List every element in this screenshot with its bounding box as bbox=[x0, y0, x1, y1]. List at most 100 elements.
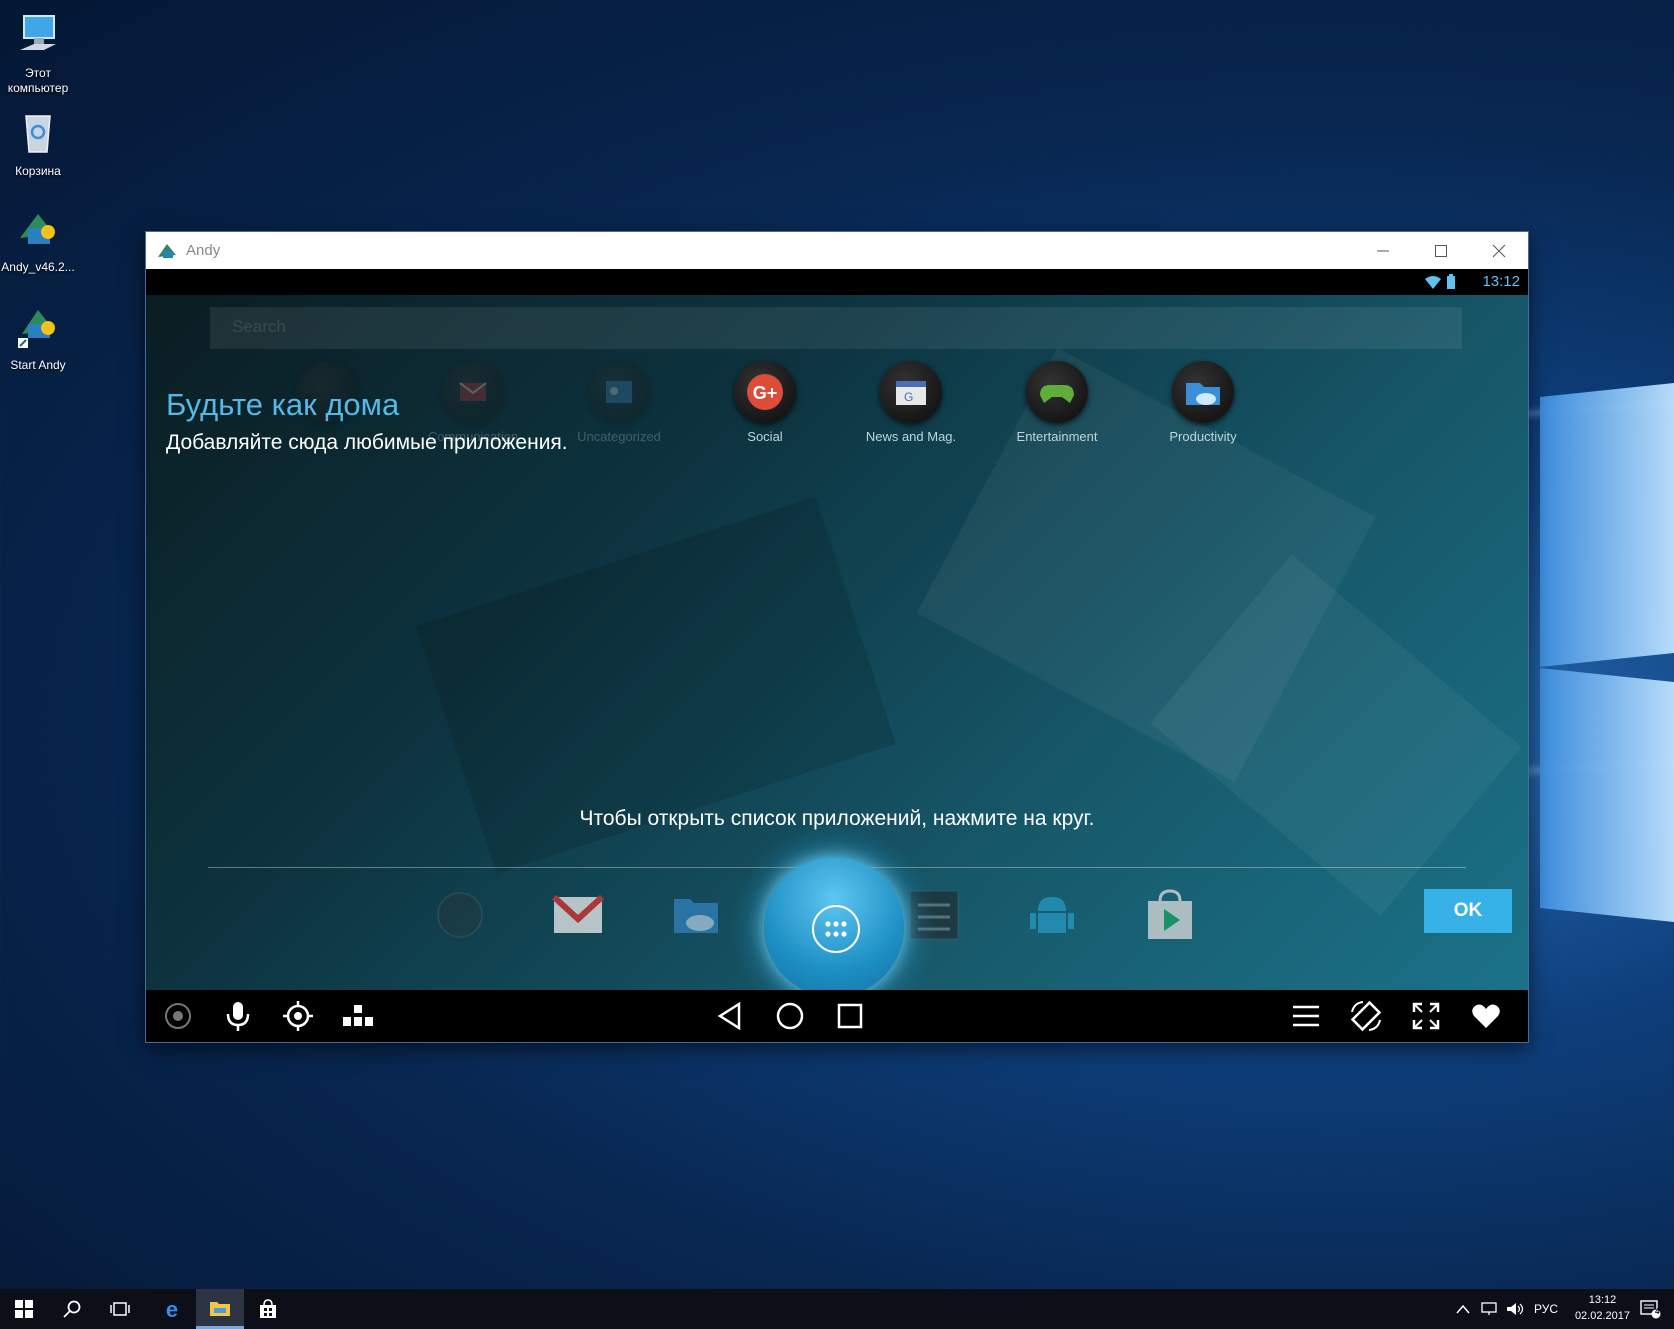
minimize-icon bbox=[1377, 250, 1389, 251]
windows-start-icon bbox=[15, 1300, 33, 1318]
folder-label: News and Mag. bbox=[865, 429, 957, 444]
chevron-up-icon[interactable] bbox=[1456, 1304, 1470, 1314]
maximize-button[interactable] bbox=[1412, 232, 1470, 269]
window-title: Andy bbox=[186, 242, 221, 259]
edge-browser-icon: e bbox=[166, 1298, 178, 1320]
android-status-bar: 13:12 bbox=[146, 269, 1528, 295]
favorite-button[interactable] bbox=[1468, 998, 1504, 1034]
svg-text:G: G bbox=[904, 390, 913, 404]
desktop-icon-this-pc[interactable]: Этот компьютер bbox=[0, 10, 76, 96]
uncategorized-folder-icon bbox=[588, 361, 650, 423]
es-explorer-icon[interactable] bbox=[668, 887, 724, 943]
network-icon[interactable] bbox=[1480, 1302, 1498, 1316]
andy-window: Andy 13:12 Search Communication Uncatego… bbox=[146, 232, 1528, 1042]
search-placeholder: Search bbox=[232, 317, 286, 336]
folder-uncategorized[interactable]: Uncategorized bbox=[564, 361, 674, 444]
maximize-icon bbox=[1435, 244, 1447, 257]
status-time: 13:12 bbox=[1482, 273, 1520, 290]
notification-count: 4 bbox=[1655, 1307, 1660, 1316]
search-input[interactable]: Search bbox=[210, 307, 1462, 349]
andy-shortcut-icon bbox=[18, 310, 55, 348]
gmail-icon[interactable] bbox=[550, 887, 606, 943]
keyboard-keys-icon bbox=[343, 1005, 373, 1026]
close-button[interactable] bbox=[1470, 232, 1528, 269]
camera-button[interactable] bbox=[160, 998, 196, 1034]
es-file-icon bbox=[1172, 361, 1234, 423]
recycle-bin-icon bbox=[25, 115, 51, 153]
desktop-icon-label: Andy_v46.2... bbox=[1, 260, 75, 274]
andy-app-icon bbox=[158, 243, 176, 258]
microphone-button[interactable] bbox=[220, 998, 256, 1034]
microphone-icon bbox=[226, 1002, 250, 1031]
ok-button[interactable]: OK bbox=[1424, 889, 1512, 933]
back-button[interactable] bbox=[712, 998, 748, 1034]
search-button[interactable] bbox=[48, 1289, 96, 1329]
mail-folder-icon bbox=[442, 361, 504, 423]
start-button[interactable] bbox=[0, 1289, 48, 1329]
close-icon bbox=[1492, 244, 1506, 257]
svg-text:e: e bbox=[166, 1298, 178, 1320]
desktop-icon-label: Start Andy bbox=[10, 358, 66, 372]
folder-label: Entertainment bbox=[1016, 429, 1098, 444]
play-store-icon[interactable] bbox=[1142, 887, 1198, 943]
hint-subtitle: Добавляйте сюда любимые приложения. bbox=[166, 431, 568, 454]
volume-icon[interactable] bbox=[1506, 1302, 1524, 1316]
android-icon[interactable] bbox=[1024, 887, 1080, 943]
file-explorer-taskbar-button[interactable] bbox=[196, 1289, 244, 1329]
menu-button[interactable] bbox=[1288, 998, 1324, 1034]
store-bag-icon bbox=[260, 1299, 276, 1318]
location-target-icon bbox=[283, 1001, 313, 1031]
andy-installer-icon bbox=[20, 214, 55, 244]
back-triangle-icon bbox=[717, 1001, 741, 1031]
recents-button[interactable] bbox=[832, 998, 868, 1034]
home-button[interactable] bbox=[772, 998, 808, 1034]
svg-text:G+: G+ bbox=[753, 383, 778, 403]
folder-label: Productivity bbox=[1169, 429, 1237, 444]
location-button[interactable] bbox=[280, 998, 316, 1034]
gamepad-icon bbox=[1026, 361, 1088, 423]
clock-date: 02.02.2017 bbox=[1574, 1310, 1630, 1322]
window-titlebar[interactable]: Andy bbox=[146, 232, 1528, 269]
folder-entertainment[interactable]: Entertainment bbox=[1002, 361, 1112, 444]
folder-productivity[interactable]: Productivity bbox=[1148, 361, 1258, 444]
task-view-icon bbox=[110, 1302, 130, 1316]
fullscreen-icon bbox=[1412, 1002, 1440, 1030]
store-taskbar-button[interactable] bbox=[244, 1289, 292, 1329]
action-center-button[interactable]: 4 bbox=[1626, 1289, 1674, 1329]
desktop-icon-recycle-bin[interactable]: Корзина bbox=[0, 108, 76, 179]
hint-title: Будьте как дома bbox=[166, 387, 400, 422]
wifi-battery-icon bbox=[1425, 274, 1455, 289]
desktop-icon-label: компьютер bbox=[7, 81, 69, 95]
input-language[interactable]: РУС bbox=[1534, 1302, 1558, 1316]
task-view-button[interactable] bbox=[96, 1289, 144, 1329]
folder-news[interactable]: G News and Mag. bbox=[856, 361, 966, 444]
edge-taskbar-button[interactable]: e bbox=[148, 1289, 196, 1329]
clock-time: 13:12 bbox=[1588, 1294, 1617, 1306]
andy-navigation-bar bbox=[146, 990, 1528, 1042]
app-drawer-button[interactable] bbox=[764, 857, 904, 990]
android-home-screen: Search Communication Uncategorized G+ So… bbox=[146, 295, 1528, 990]
recents-square-icon bbox=[837, 1003, 863, 1029]
desktop-icon-start-andy[interactable]: Start Andy bbox=[0, 302, 76, 373]
taskbar-clock[interactable]: 13:12 02.02.2017 bbox=[1575, 1292, 1630, 1324]
system-tray: РУС bbox=[1456, 1289, 1558, 1329]
home-circle-icon bbox=[776, 1002, 804, 1030]
rotate-button[interactable] bbox=[1348, 998, 1384, 1034]
folder-social[interactable]: G+ Social bbox=[710, 361, 820, 444]
windows-taskbar: e РУС 13:12 02.02.2017 4 bbox=[0, 1289, 1674, 1329]
app-grid-icon bbox=[812, 905, 860, 953]
hamburger-menu-icon bbox=[1293, 1005, 1319, 1027]
google-plus-icon: G+ bbox=[734, 361, 796, 423]
globe-icon[interactable] bbox=[432, 887, 488, 943]
fullscreen-button[interactable] bbox=[1408, 998, 1444, 1034]
minimize-button[interactable] bbox=[1354, 232, 1412, 269]
search-icon bbox=[63, 1300, 81, 1318]
keymap-button[interactable] bbox=[340, 998, 376, 1034]
camera-icon bbox=[165, 1003, 191, 1029]
folder-label: Uncategorized bbox=[577, 429, 661, 444]
news-icon: G bbox=[880, 361, 942, 423]
computer-icon bbox=[20, 15, 56, 50]
folder-label: Social bbox=[747, 429, 783, 444]
folder-icon bbox=[210, 1301, 230, 1316]
desktop-icon-andy-installer[interactable]: Andy_v46.2... bbox=[0, 204, 76, 275]
